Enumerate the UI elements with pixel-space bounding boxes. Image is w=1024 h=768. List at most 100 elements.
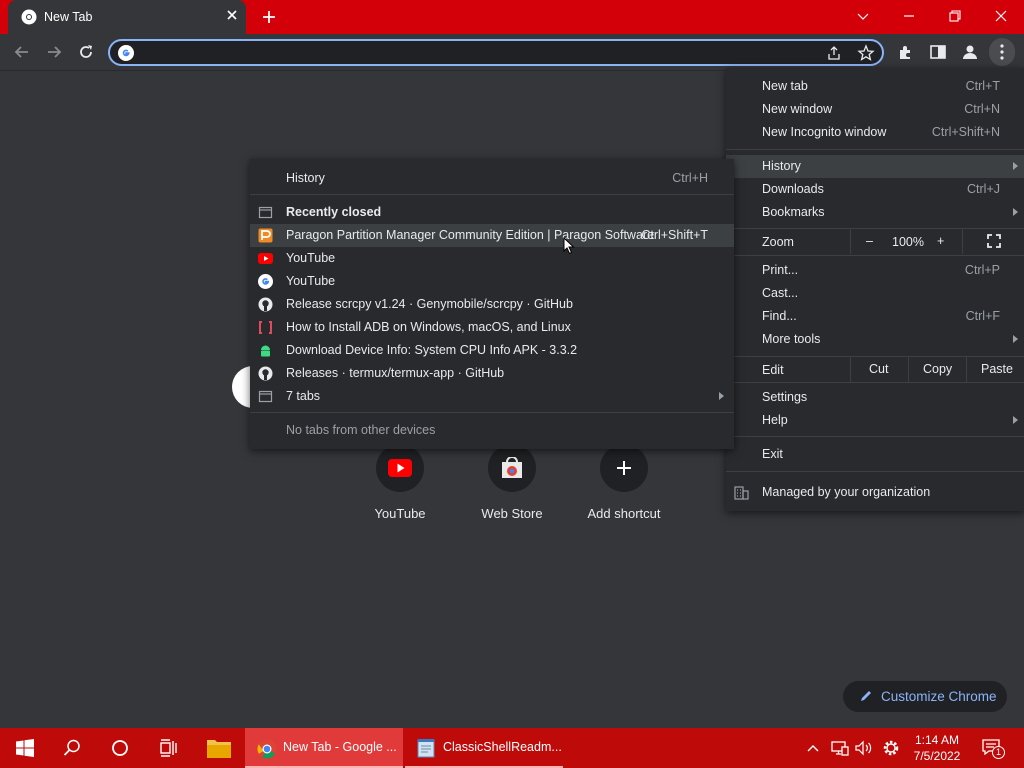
google-icon: [258, 274, 273, 289]
title-bar: New Tab: [0, 0, 1024, 34]
back-icon[interactable]: [12, 42, 32, 62]
customize-label: Customize Chrome: [881, 689, 997, 704]
web-store-icon: [502, 457, 522, 478]
history-submenu: History Ctrl+H Recently closed Paragon P…: [250, 159, 734, 449]
chevron-up-icon[interactable]: [806, 738, 820, 758]
tab-search-icon[interactable]: [853, 6, 873, 26]
shortcut-web-store[interactable]: Web Store: [464, 444, 560, 521]
xda-icon: [259, 321, 272, 334]
toolbar: [0, 34, 1024, 71]
search-icon[interactable]: [62, 738, 82, 758]
reload-icon[interactable]: [76, 42, 96, 62]
history-item-7-tabs[interactable]: 7 tabs: [250, 385, 734, 408]
menu-divider: [726, 255, 1024, 256]
menu-divider: [250, 412, 734, 413]
network-icon[interactable]: [830, 738, 850, 758]
menu-item-new-window[interactable]: New window Ctrl+N: [726, 98, 1024, 121]
share-icon[interactable]: [826, 45, 842, 61]
menu-item-edit: Edit Cut Copy Paste: [726, 357, 1024, 382]
android-icon: [261, 345, 270, 357]
address-bar[interactable]: [108, 39, 884, 66]
notification-count-badge: 1: [992, 746, 1005, 759]
paste-button[interactable]: Paste: [966, 357, 1024, 382]
windows-start-icon[interactable]: [15, 738, 35, 758]
google-icon: [118, 45, 134, 61]
close-tab-icon[interactable]: [225, 8, 239, 22]
menu-item-settings[interactable]: Settings: [726, 386, 1024, 409]
forward-icon[interactable]: [44, 42, 64, 62]
cortana-icon[interactable]: [110, 738, 130, 758]
taskbar: New Tab - Google ... ClassicShellReadm..…: [0, 728, 1024, 768]
menu-item-more-tools[interactable]: More tools: [726, 328, 1024, 351]
menu-item-new-incognito[interactable]: New Incognito window Ctrl+Shift+N: [726, 121, 1024, 144]
chevron-right-icon: [719, 392, 724, 400]
menu-divider: [250, 194, 734, 195]
menu-item-cast[interactable]: Cast...: [726, 282, 1024, 305]
menu-item-managed[interactable]: Managed by your organization: [726, 481, 1024, 504]
notification-center-button[interactable]: 1: [982, 738, 1005, 760]
shortcut-label: Add shortcut: [587, 506, 661, 521]
menu-item-bookmarks[interactable]: Bookmarks: [726, 201, 1024, 224]
profile-icon[interactable]: [960, 42, 980, 62]
history-item[interactable]: How to Install ADB on Windows, macOS, an…: [250, 316, 734, 339]
menu-divider: [726, 149, 1024, 150]
menu-item-downloads[interactable]: Downloads Ctrl+J: [726, 178, 1024, 201]
menu-item-new-tab[interactable]: New tab Ctrl+T: [726, 75, 1024, 98]
history-item[interactable]: Release scrcpy v1.24 · Genymobile/scrcpy…: [250, 293, 734, 316]
bookmark-star-icon[interactable]: [857, 44, 875, 62]
tab-new-tab[interactable]: New Tab: [8, 0, 246, 34]
extensions-icon[interactable]: [896, 42, 916, 62]
taskbar-notepad-app[interactable]: ClassicShellReadm...: [405, 728, 563, 768]
menu-item-find[interactable]: Find... Ctrl+F: [726, 305, 1024, 328]
menu-button[interactable]: [989, 38, 1015, 66]
close-window-icon[interactable]: [991, 6, 1011, 26]
window-icon: [258, 390, 273, 403]
more-vert-icon: [1000, 44, 1004, 60]
shortcut-youtube[interactable]: YouTube: [352, 444, 448, 521]
youtube-icon: [258, 253, 273, 264]
shortcut-add[interactable]: Add shortcut: [576, 444, 672, 521]
building-icon: [734, 486, 749, 500]
chevron-right-icon: [1013, 416, 1018, 424]
clock[interactable]: 1:14 AM 7/5/2022: [906, 732, 968, 764]
history-item[interactable]: Paragon Partition Manager Community Edit…: [250, 224, 734, 247]
file-explorer-icon[interactable]: [206, 737, 232, 759]
chevron-right-icon: [1013, 335, 1018, 343]
shortcut-tile: [600, 444, 648, 492]
side-panel-icon[interactable]: [928, 42, 948, 62]
clock-date: 7/5/2022: [913, 749, 961, 763]
taskbar-chrome-app[interactable]: New Tab - Google ...: [245, 728, 403, 768]
chevron-right-icon: [1013, 208, 1018, 216]
history-menu-item-history[interactable]: History Ctrl+H: [250, 167, 734, 190]
zoom-out-button[interactable]: –: [850, 229, 892, 254]
menu-item-history[interactable]: History: [726, 155, 1024, 178]
fullscreen-button[interactable]: [962, 229, 1024, 254]
paragon-icon: [258, 228, 273, 243]
settings-gear-icon[interactable]: [881, 738, 901, 758]
notepad-icon: [417, 739, 435, 758]
history-item[interactable]: Releases · termux/termux-app · GitHub: [250, 362, 734, 385]
minimize-icon[interactable]: [899, 6, 919, 26]
customize-chrome-button[interactable]: Customize Chrome: [843, 681, 1007, 712]
menu-item-help[interactable]: Help: [726, 409, 1024, 432]
zoom-in-button[interactable]: +: [932, 229, 962, 254]
shortcut-tile: [488, 444, 536, 492]
fullscreen-icon: [987, 234, 1001, 248]
mouse-cursor-icon: [563, 237, 575, 255]
new-tab-button[interactable]: [261, 8, 277, 26]
restore-icon[interactable]: [945, 6, 965, 26]
history-item[interactable]: Download Device Info: System CPU Info AP…: [250, 339, 734, 362]
chevron-right-icon: [1013, 162, 1018, 170]
volume-icon[interactable]: [854, 738, 874, 758]
tab-title: New Tab: [44, 10, 93, 24]
copy-button[interactable]: Copy: [908, 357, 966, 382]
cut-button[interactable]: Cut: [850, 357, 908, 382]
task-view-icon[interactable]: [158, 738, 178, 758]
history-item[interactable]: YouTube: [250, 247, 734, 270]
youtube-icon: [388, 459, 412, 477]
history-item[interactable]: YouTube: [250, 270, 734, 293]
chrome-menu: New tab Ctrl+T New window Ctrl+N New Inc…: [726, 68, 1024, 511]
menu-item-print[interactable]: Print... Ctrl+P: [726, 259, 1024, 282]
menu-item-exit[interactable]: Exit: [726, 443, 1024, 466]
menu-divider: [726, 382, 1024, 383]
